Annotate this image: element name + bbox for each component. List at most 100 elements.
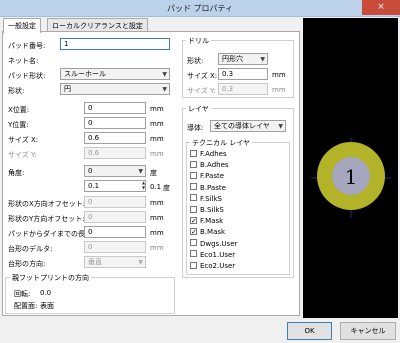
spin-arrows-icon[interactable]: ▲ ▼ (140, 180, 147, 192)
layer-checkbox-row[interactable]: ✓ B.Mask (190, 227, 226, 238)
layer-checkbox-row[interactable]: ✓ F.Mask (190, 216, 224, 227)
layer-label: B.Adhes (200, 161, 229, 170)
offset-x-label: 形状のX方向オフセット: (8, 200, 86, 208)
layer-label: B.Mask (200, 228, 226, 237)
pad-preview-canvas: 1 (311, 138, 391, 218)
angle-unit: 度 (150, 169, 157, 177)
layer-label: Eco1.User (200, 250, 236, 259)
pad-number-text: 1 (345, 165, 358, 189)
offset-y-label: 形状のY方向オフセット: (8, 215, 85, 223)
pad-number-label: パッド番号: (8, 42, 46, 50)
layer-label: F.Mask (200, 217, 224, 226)
checkbox[interactable]: ✓ (190, 216, 197, 224)
drill-size-x-label: サイズ X: (187, 72, 218, 80)
drill-size-y-input: 0.3 (218, 83, 268, 95)
pos-x-unit: mm (150, 105, 164, 113)
technical-layers-heading: テクニカル レイヤ (190, 138, 253, 148)
close-icon[interactable]: × (362, 0, 400, 15)
drill-heading: ドリル (186, 36, 211, 46)
drill-size-x-input[interactable]: 0.3 (218, 68, 268, 80)
layer-label: F.Paste (200, 172, 225, 181)
layers-heading: レイヤ (186, 104, 211, 114)
checkbox[interactable] (190, 160, 197, 168)
offset-y-unit: mm (150, 214, 164, 222)
tab-general[interactable]: 一般設定 (3, 18, 41, 33)
size-y-input: 0.6 (84, 147, 146, 159)
layer-label: B.Paste (200, 183, 226, 192)
window-title: パッド プロパティ (166, 4, 234, 13)
checkbox[interactable] (190, 183, 197, 191)
layer-checkbox-row[interactable]: B.SilkS (190, 205, 224, 216)
ok-button[interactable]: OK (287, 322, 332, 340)
offset-x-unit: mm (150, 199, 164, 207)
layer-checkbox-row[interactable]: B.Paste (190, 183, 226, 194)
layer-checkbox-row[interactable]: F.Paste (190, 171, 225, 182)
size-x-label: サイズ X: (8, 136, 39, 144)
chevron-down-icon: ▼ (162, 86, 167, 93)
layer-label: F.SilkS (200, 194, 222, 203)
pos-y-label: Y位置: (8, 121, 29, 129)
pos-x-input[interactable]: 0 (84, 102, 146, 114)
layer-checkbox-row[interactable]: B.Adhes (190, 160, 229, 171)
pad-number-input[interactable]: 1 (60, 38, 170, 50)
pad-type-value: スルーホール (64, 70, 106, 78)
angle-step-unit: 度 (163, 184, 170, 192)
layer-checkbox-row[interactable]: Eco1.User (190, 250, 236, 261)
pad-type-select[interactable]: スルーホール ▼ (60, 68, 170, 80)
drill-shape-select[interactable]: 円形穴 ▼ (218, 53, 268, 65)
checkbox[interactable] (190, 205, 197, 213)
die-length-input[interactable]: 0 (84, 226, 146, 238)
tab-local-clearance[interactable]: ローカルクリアランスと設定 (47, 18, 148, 32)
checkbox[interactable]: ✓ (190, 227, 197, 235)
trap-dir-label: 台形の方向: (8, 260, 46, 268)
layer-checkbox-row[interactable]: Eco2.User (190, 261, 236, 272)
checkbox[interactable] (190, 171, 197, 179)
angle-step-value: 0.1 (150, 183, 162, 191)
chevron-down-icon: ▼ (278, 123, 283, 130)
die-length-unit: mm (150, 229, 164, 237)
rotation-value: 0.0 (40, 289, 52, 297)
pos-y-input[interactable]: 0 (84, 117, 146, 129)
copper-value: 全ての導体レイヤ (214, 122, 270, 130)
checkbox[interactable] (190, 250, 197, 258)
shape-label: 形状: (8, 87, 25, 95)
angle-select[interactable]: 0 ▼ (84, 165, 146, 177)
drill-size-y-unit: mm (272, 86, 286, 94)
shape-select[interactable]: 円 ▼ (60, 83, 170, 95)
copper-label: 導体: (187, 124, 204, 132)
checkbox[interactable] (190, 194, 197, 202)
trap-dir-value: 垂直 (88, 258, 102, 266)
angle-step-input[interactable]: 0.1 (84, 180, 146, 192)
net-name-label: ネット名: (8, 57, 39, 65)
layer-checkbox-row[interactable]: F.Adhes (190, 149, 227, 160)
side-label: 配置面: (14, 302, 38, 310)
trap-dir-select: 垂直 ▼ (84, 256, 146, 268)
title-bar: パッド プロパティ × (0, 0, 400, 17)
size-x-input[interactable]: 0.6 (84, 132, 146, 144)
pad-type-label: パッド形状: (8, 72, 46, 80)
size-x-unit: mm (150, 135, 164, 143)
chevron-down-icon: ▼ (162, 71, 167, 78)
checkbox[interactable] (190, 261, 197, 269)
trap-delta-label: 台形のデルタ: (8, 245, 53, 253)
layer-checkbox-row[interactable]: Dwgs.User (190, 239, 238, 250)
copper-select[interactable]: 全ての導体レイヤ ▼ (210, 120, 286, 132)
layer-label: Dwgs.User (200, 239, 238, 248)
chevron-down-icon: ▼ (260, 56, 265, 63)
trap-delta-input: 0 (84, 241, 146, 253)
die-length-label: パッドからダイまでの長さ: (8, 230, 95, 238)
checkbox[interactable] (190, 239, 197, 247)
drill-size-y-label: サイズ Y: (187, 87, 216, 95)
checkbox[interactable] (190, 149, 197, 157)
layer-label: Eco2.User (200, 262, 236, 270)
footprint-orientation-heading: 親フットプリントの方向 (10, 273, 91, 283)
offset-y-input[interactable]: 0 (84, 211, 146, 223)
layer-label: B.SilkS (200, 206, 224, 214)
size-y-label: サイズ Y: (8, 151, 37, 159)
layer-checkbox-row[interactable]: F.SilkS (190, 194, 222, 205)
offset-x-input[interactable]: 0 (84, 196, 146, 208)
angle-label: 角度: (8, 169, 25, 177)
trap-delta-unit: mm (150, 244, 164, 252)
cancel-button[interactable]: キャンセル (340, 322, 396, 340)
layer-label: F.Adhes (200, 150, 227, 158)
